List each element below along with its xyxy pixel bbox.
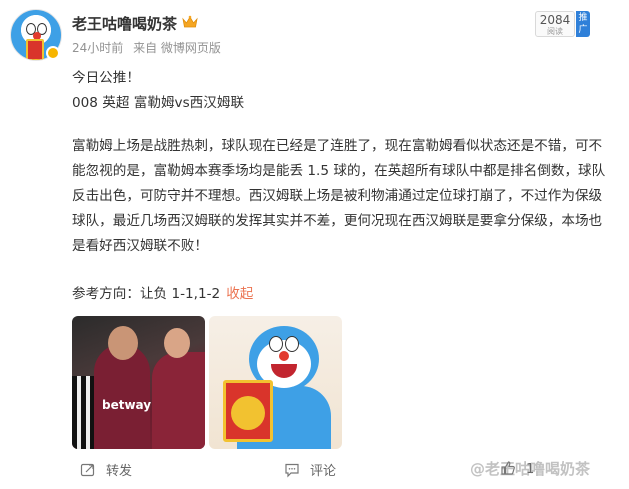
post-source: 来自 微博网页版 [133, 41, 221, 55]
post-line-2: 008 英超 富勒姆vs西汉姆联 [72, 95, 245, 111]
collapse-link[interactable]: 收起 [226, 286, 253, 302]
comment-label: 评论 [310, 464, 337, 479]
read-count-value: 2084 [539, 13, 571, 27]
shirt-sponsor-text: betway [102, 398, 152, 412]
doraemon-nose [279, 351, 289, 361]
weibo-post-card: 老王咕噜喝奶茶 24小时前 来自 微博网页版 2084 阅读 推广 今日公推！ … [0, 0, 629, 489]
post-time[interactable]: 24小时前 [72, 41, 123, 55]
post-line-1: 今日公推！ [72, 70, 140, 86]
share-label: 转发 [106, 464, 133, 479]
author-name[interactable]: 老王咕噜喝奶茶 [72, 13, 177, 34]
red-envelope-seal [231, 396, 265, 430]
doraemon-eye-right [285, 336, 299, 352]
post-meta: 24小时前 来自 微博网页版 [72, 39, 227, 56]
share-icon [80, 463, 95, 477]
comment-icon [285, 463, 299, 478]
post-reference: 参考方向：让负 1-1,1-2 收起 [72, 282, 612, 307]
verified-badge-icon [46, 46, 60, 60]
player-right-head [164, 328, 190, 358]
crown-icon [182, 15, 198, 28]
share-button[interactable]: 转发 [80, 460, 132, 479]
player-left-head [108, 326, 138, 360]
watermark-text: @老王咕噜喝奶茶 [470, 460, 591, 478]
post-image-doraemon[interactable] [209, 316, 342, 449]
comment-button[interactable]: 评论 [284, 460, 336, 479]
post-paragraph: 富勒姆上场是战胜热刺，球队现在已经是了连胜了，现在富勒姆看似状态还是不错，可不能… [72, 138, 606, 254]
player-right [152, 352, 205, 449]
background-fan-stripes [72, 376, 94, 449]
avatar-red-envelope [26, 39, 44, 60]
post-image-football[interactable]: betway [72, 316, 205, 449]
doraemon-eye-left [269, 336, 283, 352]
read-count-label: 阅读 [547, 27, 563, 36]
promote-button[interactable]: 推广 [576, 11, 590, 37]
read-count-box: 2084 阅读 [535, 11, 575, 37]
reference-text: 参考方向：让负 1-1,1-2 [72, 286, 221, 302]
